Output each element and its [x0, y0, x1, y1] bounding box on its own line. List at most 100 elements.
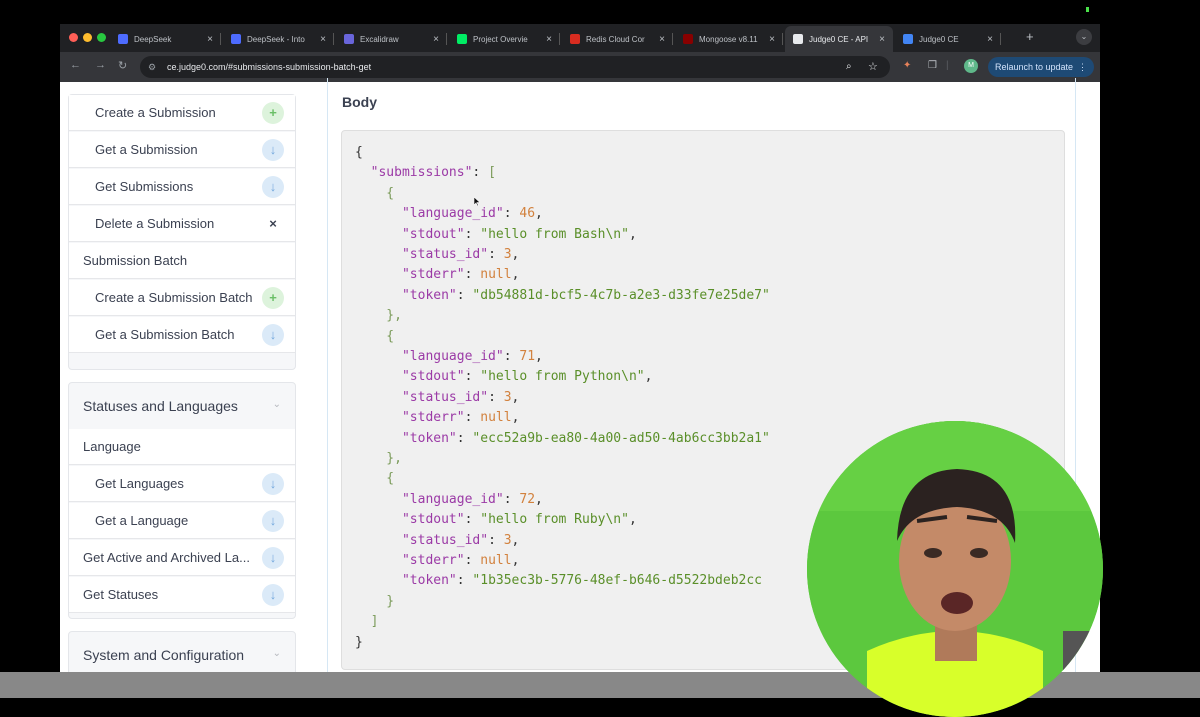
code-line: },	[355, 308, 402, 323]
code-token: "hello from Ruby\n"	[480, 512, 629, 528]
browser-tab[interactable]: Redis Cloud Cor ×	[562, 26, 673, 52]
tab-search-button[interactable]: ⌄	[1076, 29, 1092, 45]
language-heading[interactable]: Language	[69, 429, 295, 465]
relaunch-to-update-button[interactable]: Relaunch to update ⋮	[988, 57, 1094, 77]
sidebar-item-language-1[interactable]: Get a Language ↓	[69, 503, 295, 539]
tab-favicon-icon	[118, 34, 128, 44]
extension-icon[interactable]: ✦	[903, 60, 911, 71]
tab-strip: DeepSeek × DeepSeek - Into × Excalidraw × Proj…	[60, 24, 1100, 52]
code-token: ,	[628, 512, 637, 528]
code-token: :	[464, 553, 481, 568]
statuses-and-languages-heading[interactable]: Statuses and Languages	[83, 398, 238, 414]
chevron-down-icon[interactable]: ⌄	[273, 399, 281, 410]
statuses-and-languages-group: Statuses and Languages ⌄ Language Get Lan…	[68, 382, 296, 619]
code-token: null	[480, 267, 512, 283]
code-token: "language_id"	[401, 206, 504, 222]
code-token: :	[503, 349, 520, 364]
tab-close-icon[interactable]: ×	[879, 34, 885, 45]
system-and-configuration-group: System and Configuration ⌄	[68, 631, 296, 672]
code-token: {	[355, 185, 395, 201]
site-info-icon[interactable]: ⚙	[148, 56, 156, 78]
sidebar-item-batch-1[interactable]: Get a Submission Batch ↓	[69, 317, 295, 353]
code-token: 3	[503, 389, 512, 405]
browser-tab[interactable]: DeepSeek - Into ×	[223, 26, 334, 52]
sidebar-item-submission-0[interactable]: Create a Submission +	[69, 95, 295, 131]
tab-close-icon[interactable]: ×	[987, 34, 993, 45]
sidebar-item-language-0[interactable]: Get Languages ↓	[69, 466, 295, 502]
browser-tab[interactable]: Judge0 CE - API ×	[785, 26, 893, 52]
code-token: "token"	[401, 287, 457, 303]
browser-tab[interactable]: DeepSeek ×	[110, 26, 221, 52]
section-heading-label: Submission Batch	[83, 253, 188, 268]
close-window-button[interactable]	[69, 33, 78, 42]
sidebar-item-batch-0[interactable]: Create a Submission Batch +	[69, 280, 295, 316]
profile-avatar[interactable]: M	[964, 59, 978, 73]
code-token: 71	[519, 349, 536, 364]
bookmark-star-icon[interactable]: ☆	[868, 56, 878, 78]
tab-close-icon[interactable]: ×	[320, 34, 326, 45]
sidebar-item-label: Get Submissions	[95, 179, 194, 194]
x-icon: ×	[269, 216, 277, 231]
browser-tab[interactable]: Mongoose v8.11 ×	[675, 26, 783, 52]
arrow-down-icon: ↓	[262, 473, 284, 495]
browser-menu-icon[interactable]: ⋮	[1078, 57, 1087, 77]
code-token: "token"	[401, 573, 457, 589]
code-line: "language_id": 71,	[355, 349, 543, 364]
sidebar-item-label: Create a Submission Batch	[95, 290, 253, 305]
browser-tab[interactable]: Excalidraw ×	[336, 26, 447, 52]
tab-title: Mongoose v8.11	[699, 34, 758, 44]
tab-close-icon[interactable]: ×	[769, 34, 775, 45]
sidebar-item-status-1[interactable]: Get Statuses ↓	[69, 577, 295, 613]
zoom-icon[interactable]: ⌕	[846, 56, 852, 78]
code-token: :	[464, 512, 481, 528]
reload-button[interactable]: ↻	[118, 59, 127, 72]
tab-close-icon[interactable]: ×	[433, 34, 439, 45]
sidebar-item-status-0[interactable]: Get Active and Archived La... ↓	[69, 540, 295, 576]
code-line: "stderr": null,	[355, 267, 519, 282]
submission-batch-heading[interactable]: Submission Batch	[69, 243, 295, 279]
code-token: "1b35ec3b-5776-48ef-b646-d5522bdeb2cc	[472, 573, 763, 589]
tab-favicon-icon	[683, 34, 693, 44]
maximize-window-button[interactable]	[97, 33, 106, 42]
tab-title: Excalidraw	[360, 34, 399, 44]
tab-title: Judge0 CE	[919, 34, 959, 44]
system-and-configuration-heading[interactable]: System and Configuration	[83, 647, 244, 663]
extensions-puzzle-icon[interactable]: ❒	[928, 60, 937, 71]
code-token: :	[472, 165, 489, 181]
browser-tab[interactable]: Project Overvie ×	[449, 26, 560, 52]
code-line: {	[355, 329, 394, 344]
code-line: "status_id": 3,	[355, 533, 519, 548]
tab-close-icon[interactable]: ×	[546, 34, 552, 45]
sidebar-item-submission-1[interactable]: Get a Submission ↓	[69, 132, 295, 168]
new-tab-button[interactable]: +	[1026, 29, 1034, 44]
address-bar[interactable]: ⚙ ce.judge0.com/#submissions-submission-…	[140, 56, 890, 78]
toolbar-divider: |	[946, 60, 949, 71]
arrow-down-icon: ↓	[262, 324, 284, 346]
forward-button[interactable]: →	[95, 59, 106, 71]
minimize-window-button[interactable]	[83, 33, 92, 42]
back-button[interactable]: ←	[70, 59, 81, 71]
sidebar-item-submission-3[interactable]: Delete a Submission ×	[69, 206, 295, 242]
tab-close-icon[interactable]: ×	[659, 34, 665, 45]
sidebar-item-label: Get Statuses	[83, 587, 159, 602]
tab-title: DeepSeek - Into	[247, 34, 305, 44]
code-line: "stdout": "hello from Bash\n",	[355, 227, 637, 242]
code-token: "submissions"	[370, 165, 473, 181]
sidebar-item-submission-2[interactable]: Get Submissions ↓	[69, 169, 295, 205]
tab-close-icon[interactable]: ×	[207, 34, 213, 45]
chevron-down-icon[interactable]: ⌄	[273, 648, 281, 659]
code-token: ,	[511, 532, 520, 548]
code-token: {	[355, 471, 395, 487]
browser-tab[interactable]: Judge0 CE ×	[895, 26, 1001, 52]
code-line: "status_id": 3,	[355, 247, 519, 262]
code-token: "stderr"	[401, 410, 465, 426]
